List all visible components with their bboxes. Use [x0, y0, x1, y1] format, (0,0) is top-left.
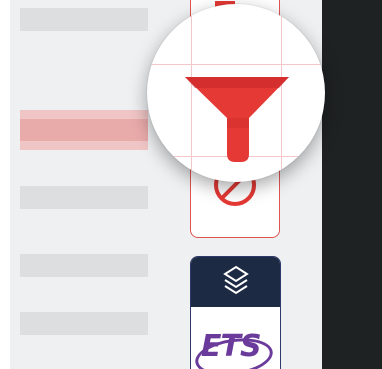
magnifier-lens: [147, 4, 325, 182]
screen: ETS: [0, 0, 382, 369]
layers-card[interactable]: ETS: [190, 256, 281, 369]
layers-header: [191, 257, 280, 307]
list-item-placeholder: [20, 312, 148, 335]
dark-side-pane: [322, 0, 382, 369]
list-item-placeholder: [20, 8, 148, 31]
filter-button[interactable]: [147, 4, 325, 182]
list-item-highlighted[interactable]: [20, 110, 148, 150]
list-item-placeholder: [20, 186, 148, 209]
ets-logo: ETS: [201, 329, 262, 364]
list-item-placeholder: [20, 254, 148, 277]
